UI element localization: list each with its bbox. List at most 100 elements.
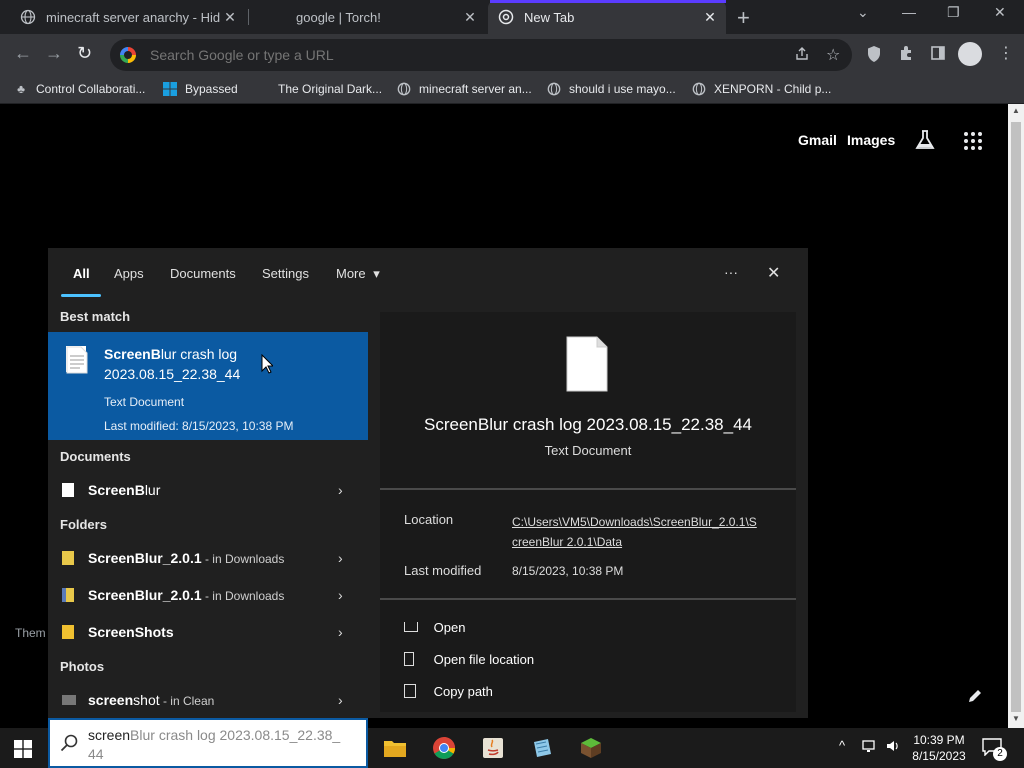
profile-avatar[interactable] — [958, 42, 982, 66]
close-tab-icon[interactable]: ✕ — [460, 9, 480, 26]
tab-settings[interactable]: Settings — [262, 266, 309, 281]
tab-all[interactable]: All — [73, 266, 90, 281]
minecraft-icon[interactable] — [579, 736, 603, 765]
best-match-result[interactable]: ScreenBlur crash log 2023.08.15_22.38_44… — [48, 332, 368, 440]
tab-apps[interactable]: Apps — [114, 266, 144, 281]
list-item[interactable]: screenshot - in Clean › — [48, 683, 368, 717]
java-icon[interactable] — [481, 736, 505, 765]
file-location-icon — [404, 652, 414, 666]
tab-more[interactable]: More ▾ — [336, 266, 380, 282]
copy-icon — [404, 684, 416, 698]
images-link[interactable]: Images — [847, 132, 895, 148]
globe-icon — [692, 82, 706, 96]
open-action[interactable]: Open — [404, 620, 465, 635]
preview-title: ScreenBlur crash log 2023.08.15_22.38_44 — [424, 415, 752, 434]
notifications-icon[interactable]: 2 — [982, 738, 1007, 761]
taskbar-search-box[interactable]: screenBlur crash log 2023.08.15_22.38_ 4… — [48, 718, 368, 768]
system-clock[interactable]: 10:39 PM 8/15/2023 — [906, 732, 972, 764]
best-match-modified: Last modified: 8/15/2023, 10:38 PM — [104, 419, 294, 433]
volume-icon[interactable] — [885, 738, 901, 757]
chevron-right-icon[interactable]: › — [338, 550, 343, 566]
bookmark-xen[interactable]: XENPORN - Child p... — [692, 82, 831, 96]
ublock-shield-icon[interactable] — [866, 45, 882, 68]
address-bar[interactable]: ☆ — [110, 39, 852, 71]
chrome-icon — [498, 9, 514, 25]
best-match-type: Text Document — [104, 395, 185, 409]
tab-strip: minecraft server anarchy - Hidde ✕ googl… — [0, 0, 1024, 34]
photos-header: Photos — [60, 659, 105, 674]
chevron-down-icon: ▾ — [373, 266, 380, 281]
forward-button[interactable]: → — [45, 43, 63, 64]
chrome-taskbar-icon[interactable] — [432, 736, 456, 765]
bookmark-mayo[interactable]: should i use mayo... — [547, 82, 676, 96]
bookmark-star-icon[interactable]: ☆ — [826, 45, 840, 65]
modified-label: Last modified — [404, 563, 482, 578]
tab-title: minecraft server anarchy - Hidde — [46, 9, 220, 25]
open-icon — [404, 622, 418, 632]
globe-icon — [397, 82, 411, 96]
extensions-puzzle-icon[interactable] — [898, 45, 914, 66]
omnibox-input[interactable] — [150, 47, 770, 63]
more-options-icon[interactable]: ··· — [724, 264, 738, 280]
search-icon — [60, 734, 78, 757]
tray-overflow-icon[interactable]: ^ — [839, 738, 845, 753]
browser-toolbar: ← → ↻ ☆ ⋮ — [0, 34, 1024, 76]
list-item[interactable]: ScreenBlur › — [48, 473, 368, 507]
side-panel-icon[interactable] — [930, 45, 946, 66]
back-button[interactable]: ← — [14, 43, 32, 64]
chrome-menu-icon[interactable]: ⋮ — [998, 43, 1014, 63]
close-window-button[interactable]: ✕ — [994, 4, 1006, 21]
labs-flask-icon[interactable] — [914, 129, 936, 156]
selected-tab-indicator — [61, 294, 101, 297]
chevron-right-icon[interactable]: › — [338, 692, 343, 708]
bookmark-control-collaboration[interactable]: ♣ Control Collaborati... — [14, 82, 145, 96]
mouse-cursor-icon — [261, 353, 275, 379]
notepad-icon[interactable] — [530, 736, 554, 765]
page-scrollbar[interactable]: ▲ ▼ — [1008, 104, 1024, 728]
reload-button[interactable]: ↻ — [77, 43, 92, 64]
minimize-button[interactable]: — — [902, 4, 916, 20]
notification-count-badge: 2 — [993, 747, 1007, 761]
text-document-icon — [566, 336, 608, 397]
bookmark-minecraft-server[interactable]: minecraft server an... — [397, 82, 532, 96]
search-query-text[interactable]: screenBlur crash log 2023.08.15_22.38_ 4… — [88, 726, 358, 764]
tab-minecraft[interactable]: minecraft server anarchy - Hidde ✕ — [0, 0, 248, 34]
tab-google-torch[interactable]: google | Torch! ✕ — [250, 0, 486, 34]
chevron-right-icon[interactable]: › — [338, 482, 343, 498]
close-tab-icon[interactable]: ✕ — [220, 9, 240, 26]
bookmark-original-dark[interactable]: The Original Dark... — [278, 82, 382, 96]
file-explorer-icon[interactable] — [384, 739, 406, 762]
open-file-location-action[interactable]: Open file location — [404, 652, 534, 667]
tab-new-tab[interactable]: New Tab ✕ — [488, 0, 726, 34]
archive-folder-icon — [62, 588, 74, 602]
customize-pencil-icon[interactable] — [967, 688, 983, 709]
bookmark-favicon-icon: ♣ — [17, 82, 25, 96]
globe-icon — [547, 82, 561, 96]
bookmark-bypassed[interactable]: Bypassed — [163, 82, 238, 96]
start-button[interactable] — [14, 740, 32, 763]
chevron-right-icon[interactable]: › — [338, 624, 343, 640]
copy-path-action[interactable]: Copy path — [404, 684, 493, 699]
best-match-title: ScreenBlur crash log — [104, 346, 238, 362]
list-item[interactable]: ScreenBlur_2.0.1 - in Downloads › — [48, 541, 368, 575]
location-link[interactable]: C:\Users\VM5\Downloads\ScreenBlur_2.0.1\… — [512, 512, 757, 552]
autocomplete-suggestion: Blur crash log 2023.08.15_22.38_ — [130, 727, 341, 743]
gmail-link[interactable]: Gmail — [798, 132, 837, 148]
tab-search-chevron-icon[interactable]: ⌄ — [857, 4, 869, 21]
share-icon[interactable] — [794, 46, 810, 67]
close-tab-icon[interactable]: ✕ — [700, 9, 720, 26]
documents-header: Documents — [60, 449, 131, 464]
tab-title: google | Torch! — [296, 9, 381, 25]
list-item[interactable]: ScreenBlur_2.0.1 - in Downloads › — [48, 578, 368, 612]
close-search-button[interactable]: ✕ — [767, 263, 780, 283]
restore-button[interactable]: ❐ — [947, 4, 960, 21]
new-tab-button[interactable]: + — [737, 5, 750, 31]
list-item[interactable]: ScreenShots › — [48, 615, 368, 649]
apps-grid-icon[interactable] — [963, 131, 983, 156]
folders-header: Folders — [60, 517, 107, 532]
chevron-right-icon[interactable]: › — [338, 587, 343, 603]
tab-documents[interactable]: Documents — [170, 266, 236, 281]
google-icon — [120, 47, 136, 63]
network-icon[interactable] — [862, 738, 878, 757]
page-text-fragment: Them — [15, 626, 46, 640]
